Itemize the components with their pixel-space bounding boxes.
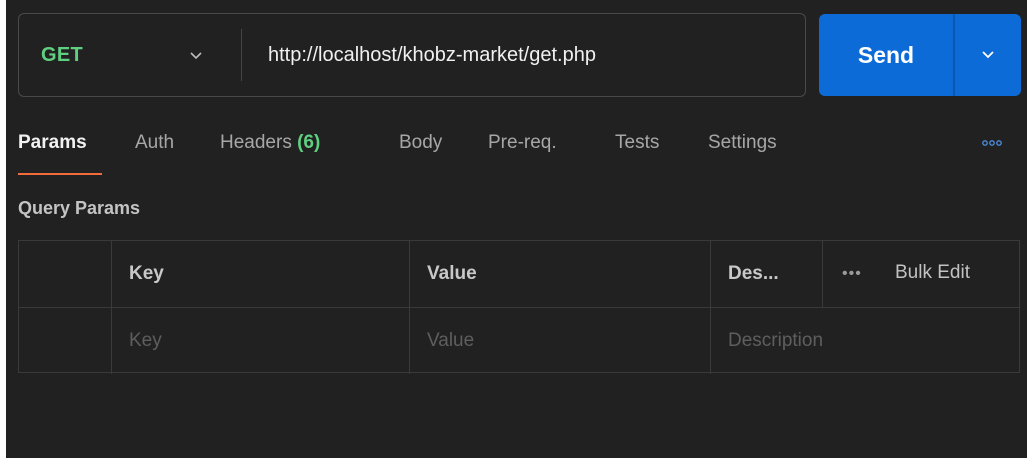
bulk-edit-button[interactable]: Bulk Edit [895,241,970,307]
request-bar: GET [18,13,806,97]
send-button[interactable]: Send [819,14,953,96]
active-tab-indicator [18,173,102,175]
param-description-input[interactable]: Description [728,308,1008,373]
chevron-down-icon [190,52,202,60]
send-options-button[interactable] [955,14,1021,96]
checkbox-column-header [19,241,111,307]
tab-body[interactable]: Body [399,128,442,164]
method-select[interactable]: GET [19,14,241,96]
request-tabs: Params Auth Headers (6) Body Pre-req. Te… [18,128,1018,178]
table-row: Key Value Description [19,307,1019,373]
query-params-table: Key Value Des... ••• Bulk Edit Key Value… [18,240,1020,374]
url-input[interactable] [242,14,805,96]
send-button-group: Send [819,14,1021,96]
param-value-input[interactable]: Value [427,308,697,373]
tab-settings[interactable]: Settings [708,128,777,164]
tab-auth[interactable]: Auth [135,128,174,164]
headers-count: (6) [297,132,321,153]
request-editor: GET Send Params Auth Headers (6) Body Pr… [6,0,1027,458]
more-horizontal-icon[interactable] [981,138,1003,148]
tab-pre-request[interactable]: Pre-req. [488,128,557,164]
column-options-icon[interactable]: ••• [842,241,862,307]
tab-tests[interactable]: Tests [615,128,659,164]
column-header-description: Des... [728,263,779,284]
param-key-input[interactable]: Key [129,308,399,373]
table-header-row: Key Value Des... ••• Bulk Edit [19,241,1019,307]
chevron-down-icon [982,51,994,59]
column-header-key: Key [129,263,164,284]
query-params-title: Query Params [18,198,141,218]
method-label: GET [41,43,84,66]
column-header-value: Value [427,263,477,284]
tab-params[interactable]: Params [18,128,87,164]
tab-headers[interactable]: Headers (6) [220,128,320,164]
